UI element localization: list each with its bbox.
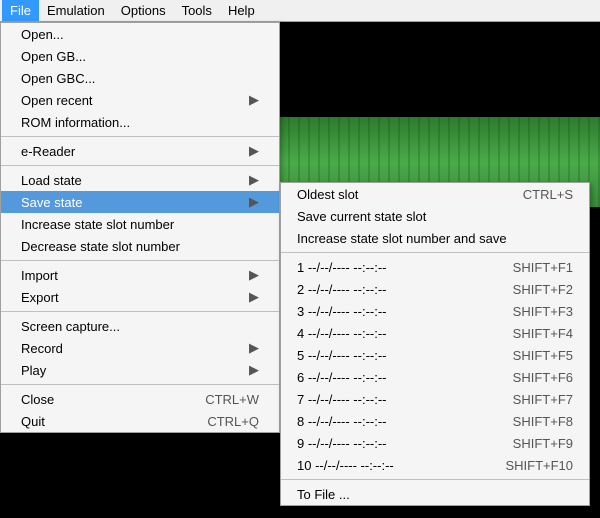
arrow-icon: ▶ xyxy=(249,172,259,188)
menu-item-decrease-slot[interactable]: Decrease state slot number xyxy=(1,235,279,257)
save-state-submenu: Oldest slot CTRL+S Save current state sl… xyxy=(280,182,590,506)
separator-3 xyxy=(1,260,279,261)
submenu-separator-1 xyxy=(281,252,589,253)
arrow-icon: ▶ xyxy=(249,194,259,210)
arrow-icon: ▶ xyxy=(249,340,259,356)
submenu-to-file[interactable]: To File ... xyxy=(281,483,589,505)
arrow-icon: ▶ xyxy=(249,92,259,108)
submenu-slot-6[interactable]: 6 --/--/---- --:--:-- SHIFT+F6 xyxy=(281,366,589,388)
separator-5 xyxy=(1,384,279,385)
menu-options[interactable]: Options xyxy=(113,0,174,21)
separator-2 xyxy=(1,165,279,166)
submenu-slot-1[interactable]: 1 --/--/---- --:--:-- SHIFT+F1 xyxy=(281,256,589,278)
menu-item-quit[interactable]: Quit CTRL+Q xyxy=(1,410,279,432)
menu-item-import[interactable]: Import ▶ xyxy=(1,264,279,286)
submenu-oldest-slot[interactable]: Oldest slot CTRL+S xyxy=(281,183,589,205)
menu-emulation[interactable]: Emulation xyxy=(39,0,113,21)
arrow-icon: ▶ xyxy=(249,267,259,283)
file-dropdown: Open... Open GB... Open GBC... Open rece… xyxy=(0,22,280,433)
menu-item-open[interactable]: Open... xyxy=(1,23,279,45)
submenu-slot-8[interactable]: 8 --/--/---- --:--:-- SHIFT+F8 xyxy=(281,410,589,432)
submenu-slot-9[interactable]: 9 --/--/---- --:--:-- SHIFT+F9 xyxy=(281,432,589,454)
menu-item-save-state[interactable]: Save state ▶ xyxy=(1,191,279,213)
arrow-icon: ▶ xyxy=(249,362,259,378)
separator-4 xyxy=(1,311,279,312)
menu-item-screen-capture[interactable]: Screen capture... xyxy=(1,315,279,337)
menu-item-export[interactable]: Export ▶ xyxy=(1,286,279,308)
separator-1 xyxy=(1,136,279,137)
submenu-slot-3[interactable]: 3 --/--/---- --:--:-- SHIFT+F3 xyxy=(281,300,589,322)
menu-help[interactable]: Help xyxy=(220,0,263,21)
menu-item-load-state[interactable]: Load state ▶ xyxy=(1,169,279,191)
menu-item-play[interactable]: Play ▶ xyxy=(1,359,279,381)
submenu-increase-and-save[interactable]: Increase state slot number and save xyxy=(281,227,589,249)
submenu-slot-5[interactable]: 5 --/--/---- --:--:-- SHIFT+F5 xyxy=(281,344,589,366)
submenu-slot-4[interactable]: 4 --/--/---- --:--:-- SHIFT+F4 xyxy=(281,322,589,344)
menu-item-increase-slot[interactable]: Increase state slot number xyxy=(1,213,279,235)
menu-item-e-reader[interactable]: e-Reader ▶ xyxy=(1,140,279,162)
menu-item-close[interactable]: Close CTRL+W xyxy=(1,388,279,410)
menu-item-open-gb[interactable]: Open GB... xyxy=(1,45,279,67)
menu-item-record[interactable]: Record ▶ xyxy=(1,337,279,359)
menu-item-open-gbc[interactable]: Open GBC... xyxy=(1,67,279,89)
arrow-icon: ▶ xyxy=(249,289,259,305)
menu-item-rom-info[interactable]: ROM information... xyxy=(1,111,279,133)
submenu-slot-10[interactable]: 10 --/--/---- --:--:-- SHIFT+F10 xyxy=(281,454,589,476)
submenu-separator-2 xyxy=(281,479,589,480)
menubar: File Emulation Options Tools Help xyxy=(0,0,600,22)
game-area xyxy=(280,22,600,207)
submenu-slot-2[interactable]: 2 --/--/---- --:--:-- SHIFT+F2 xyxy=(281,278,589,300)
menu-tools[interactable]: Tools xyxy=(174,0,220,21)
submenu-save-current[interactable]: Save current state slot xyxy=(281,205,589,227)
menu-file[interactable]: File xyxy=(2,0,39,21)
arrow-icon: ▶ xyxy=(249,143,259,159)
submenu-slot-7[interactable]: 7 --/--/---- --:--:-- SHIFT+F7 xyxy=(281,388,589,410)
menu-item-open-recent[interactable]: Open recent ▶ xyxy=(1,89,279,111)
